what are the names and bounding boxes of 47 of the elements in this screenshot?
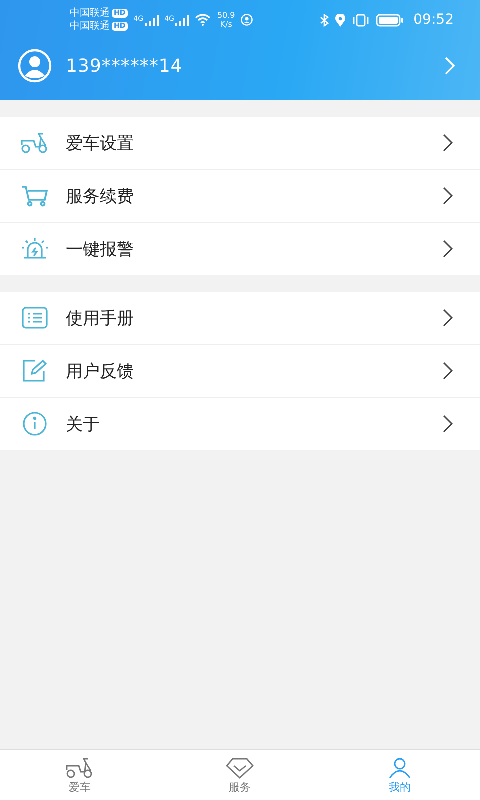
speed-unit: K/s bbox=[220, 20, 232, 29]
nav-label: 爱车 bbox=[69, 780, 91, 794]
chevron-right-icon bbox=[442, 239, 454, 259]
menu-item[interactable]: 一键报警 bbox=[0, 223, 480, 275]
chevron-right-icon bbox=[442, 414, 454, 434]
edit-icon bbox=[20, 358, 50, 384]
chevron-right-icon bbox=[442, 186, 454, 206]
menu-item[interactable]: 关于 bbox=[0, 398, 480, 450]
menu-label: 服务续费 bbox=[66, 186, 135, 208]
chevron-right-icon bbox=[442, 133, 454, 153]
clock-time: 09:52 bbox=[414, 12, 454, 28]
speed-value: 50.9 bbox=[217, 11, 236, 20]
battery-icon bbox=[376, 14, 404, 26]
menu-item[interactable]: 服务续费 bbox=[0, 170, 480, 223]
cart-icon bbox=[20, 183, 50, 209]
nav-tab[interactable]: 服务 bbox=[200, 750, 280, 800]
nav-label: 我的 bbox=[389, 780, 411, 794]
menu-label: 关于 bbox=[66, 414, 101, 436]
phone-number: 139******14 bbox=[66, 56, 184, 76]
menu-item[interactable]: 使用手册 bbox=[0, 292, 480, 345]
nav-label: 服务 bbox=[229, 780, 251, 794]
menu-label: 一键报警 bbox=[66, 238, 135, 260]
wifi-icon bbox=[195, 14, 212, 26]
chevron-right-icon bbox=[442, 361, 454, 381]
menu-label: 用户反馈 bbox=[66, 360, 135, 382]
user-status-icon bbox=[241, 14, 254, 26]
location-icon bbox=[334, 14, 346, 26]
menu-item[interactable]: 爱车设置 bbox=[0, 117, 480, 170]
bluetooth-icon bbox=[320, 14, 329, 26]
signal-icon bbox=[175, 14, 190, 26]
chevron-right-icon bbox=[442, 308, 454, 328]
menu-item[interactable]: 用户反馈 bbox=[0, 345, 480, 398]
menu-label: 使用手册 bbox=[66, 308, 135, 330]
carrier-name: 中国联通 bbox=[70, 8, 110, 20]
menu-label: 爱车设置 bbox=[66, 132, 135, 154]
alarm-light-icon bbox=[20, 236, 50, 262]
avatar-icon bbox=[18, 49, 52, 83]
scooter-icon bbox=[20, 130, 50, 156]
diamond-icon bbox=[225, 756, 255, 780]
carrier-name: 中国联通 bbox=[70, 20, 110, 32]
signal-icon bbox=[144, 14, 159, 26]
list-icon bbox=[20, 305, 50, 331]
vibrate-icon bbox=[352, 14, 370, 26]
info-icon bbox=[20, 411, 50, 437]
chevron-right-icon bbox=[444, 56, 456, 76]
nav-tab[interactable]: 爱车 bbox=[40, 750, 120, 800]
scooter-icon bbox=[65, 756, 95, 780]
